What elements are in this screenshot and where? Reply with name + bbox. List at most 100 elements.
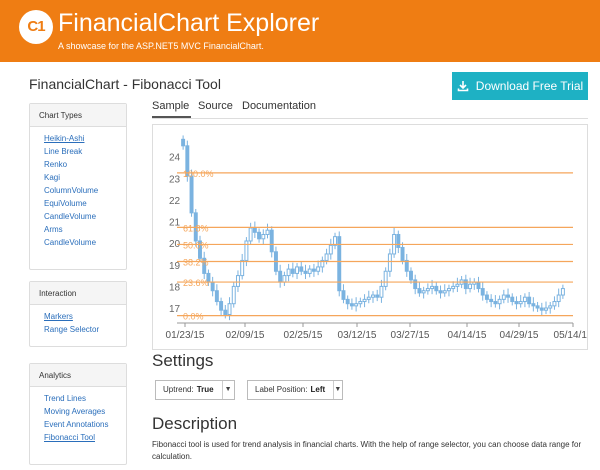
candle-body	[278, 270, 283, 283]
uptrend-label: Uptrend:	[163, 385, 194, 394]
candle-body	[425, 288, 430, 292]
candle-body	[417, 288, 422, 294]
chevron-down-icon: ▼	[334, 386, 342, 393]
candle-body	[413, 279, 418, 290]
tab-source[interactable]: Source	[198, 100, 233, 112]
candle-body	[531, 303, 536, 307]
x-tick-label: 04/29/15	[500, 330, 539, 341]
candle-body	[282, 275, 287, 283]
candle-body	[463, 279, 468, 290]
sidebar-item-event-annotations[interactable]: Event Annotations	[44, 418, 126, 431]
candle-body	[286, 268, 291, 277]
candle-body	[269, 229, 274, 253]
candle-body	[451, 285, 456, 290]
candle-body	[430, 285, 435, 290]
settings-title: Settings	[152, 351, 214, 370]
sidebar-item-renko[interactable]: Renko	[44, 158, 126, 171]
y-tick-label: 18	[169, 282, 181, 293]
description-text: Fibonacci tool is used for trend analysi…	[152, 440, 582, 461]
candle-body	[345, 298, 350, 305]
candle-body	[522, 296, 527, 303]
sidebar-item-equi-volume[interactable]: EquiVolume	[44, 197, 126, 210]
candle-body	[307, 268, 312, 274]
label-position-dropdown[interactable]: Label Position: Left ▼	[247, 380, 343, 400]
x-tick-label: 02/25/15	[284, 330, 323, 341]
candle-body	[358, 301, 363, 305]
candle-body	[248, 227, 253, 242]
candle-body	[434, 285, 439, 292]
fib-level-label: 38.2%	[183, 258, 209, 268]
candle-body	[493, 301, 498, 305]
candle-body	[387, 253, 392, 272]
fib-level-label: 23.6%	[183, 278, 209, 288]
chart-types-panel: Chart Types Heikin-Ashi Line Break Renko…	[29, 103, 127, 270]
candle-body	[501, 294, 506, 300]
uptrend-dropdown[interactable]: Uptrend: True ▼	[155, 380, 235, 400]
analytics-panel: Analytics Trend Lines Moving Averages Ev…	[29, 363, 127, 465]
financial-chart[interactable]: 17 18 19 20 21 22 23 24 100.0% 61.8% 50.0% 38.2% 23.…	[152, 124, 588, 350]
candle-body	[265, 229, 270, 235]
candle-body	[400, 246, 405, 261]
candle-body	[535, 305, 540, 309]
sidebar-item-line-break[interactable]: Line Break	[44, 145, 126, 158]
sidebar-item-fibonacci-tool[interactable]: Fibonacci Tool	[44, 431, 126, 444]
tab-documentation[interactable]: Documentation	[242, 100, 316, 112]
sidebar-item-heikin-ashi[interactable]: Heikin-Ashi	[44, 132, 126, 145]
fib-level-label: 50.0%	[183, 240, 209, 250]
candle-body	[354, 303, 359, 307]
candle-body	[371, 294, 375, 298]
app-title[interactable]: FinancialChart Explorer	[58, 9, 319, 38]
candle-body	[514, 301, 519, 305]
candle-body	[189, 175, 194, 214]
app-subtitle: A showcase for the ASP.NET5 MVC Financia…	[58, 41, 264, 51]
candle-body	[383, 270, 388, 287]
y-tick-label: 17	[169, 304, 181, 315]
panel-heading: Interaction	[30, 282, 126, 305]
sidebar-item-kagi[interactable]: Kagi	[44, 171, 126, 184]
candle-body	[316, 266, 321, 272]
sidebar-item-markers[interactable]: Markers	[44, 310, 126, 323]
x-tick-label: 02/09/15	[226, 330, 265, 341]
candle-body	[214, 290, 219, 303]
chart-canvas[interactable]: 1718192021222324100.0%61.8%50.0%38.2%23.…	[153, 125, 587, 349]
candle-body	[252, 227, 257, 233]
candle-body	[480, 288, 485, 296]
candle-body	[455, 283, 460, 287]
c1-logo[interactable]: C1	[19, 10, 53, 44]
candle-body	[539, 307, 544, 311]
sidebar-item-arms-candle-volume[interactable]: Arms CandleVolume	[44, 223, 116, 249]
candle-body	[556, 294, 561, 303]
sidebar-item-moving-averages[interactable]: Moving Averages	[44, 405, 126, 418]
candle-body	[311, 268, 316, 272]
candle-body	[476, 281, 481, 290]
y-tick-label: 24	[169, 153, 181, 164]
candle-body	[438, 290, 443, 294]
candle-body	[510, 296, 515, 303]
candle-body	[290, 268, 295, 274]
uptrend-value: True	[196, 385, 214, 394]
candle-body	[210, 281, 215, 292]
candle-body	[223, 309, 228, 316]
candle-body	[544, 307, 548, 311]
sidebar-item-column-volume[interactable]: ColumnVolume	[44, 184, 126, 197]
fib-level-label: 100.0%	[183, 169, 214, 179]
candle-body	[261, 233, 266, 240]
x-tick-label: 01/23/15	[166, 330, 205, 341]
page-title: FinancialChart - Fibonacci Tool	[29, 76, 221, 92]
y-tick-label: 22	[169, 196, 181, 207]
sidebar-item-candle-volume[interactable]: CandleVolume	[44, 210, 126, 223]
candle-body	[442, 290, 447, 294]
candle-body	[240, 259, 245, 277]
sidebar-item-range-selector[interactable]: Range Selector	[44, 323, 126, 336]
candle-body	[295, 266, 300, 274]
candle-body	[484, 294, 489, 300]
y-tick-label: 19	[169, 261, 181, 272]
sidebar-item-trend-lines[interactable]: Trend Lines	[44, 392, 126, 405]
candle-body	[227, 303, 232, 316]
candle-body	[235, 275, 240, 287]
candle-body	[560, 288, 565, 296]
tab-sample[interactable]: Sample	[152, 100, 189, 112]
active-tab-indicator	[152, 116, 191, 118]
candle-body	[506, 294, 511, 298]
candle-body	[299, 266, 304, 272]
